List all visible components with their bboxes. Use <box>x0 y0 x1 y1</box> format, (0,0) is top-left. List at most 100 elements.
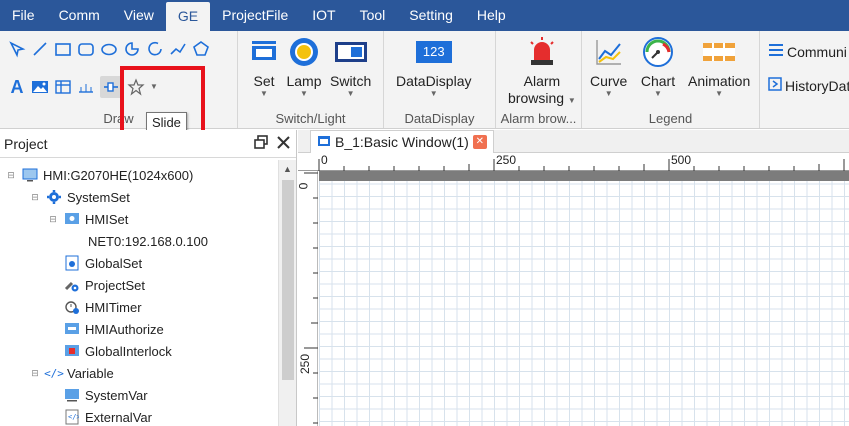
tree-item-hmitimer[interactable]: HMITimer <box>64 296 142 318</box>
tree-item-globalinterlock[interactable]: GlobalInterlock <box>64 340 172 362</box>
history-data-button[interactable]: HistoryDat <box>768 77 849 94</box>
wrench-gear-icon <box>64 277 80 293</box>
shape-row-top <box>8 40 210 58</box>
picture-tool-icon[interactable] <box>31 78 49 96</box>
window-document-icon <box>317 134 331 151</box>
communication-icon <box>768 43 784 60</box>
tree-item-label: ProjectSet <box>85 277 145 293</box>
set-dropdown-arrow: ▼ <box>260 89 268 98</box>
tree-item-label: Variable <box>67 365 114 381</box>
communication-button[interactable]: Communi <box>768 43 847 60</box>
menu-view[interactable]: View <box>112 0 166 31</box>
tree-item-hmiset[interactable]: ⊟ HMISet <box>48 208 128 230</box>
data-display-button[interactable]: 123 DataDisplay ▼ <box>396 35 471 98</box>
alarm-browsing-button[interactable]: Alarm browsing ▼ <box>508 35 576 107</box>
svg-text:</>: </> <box>68 413 79 421</box>
global-settings-icon <box>64 255 80 271</box>
history-data-icon <box>768 77 782 94</box>
ruler-top-label-250: 250 <box>496 153 517 167</box>
external-variable-icon: </> <box>64 409 80 425</box>
polyline-tool-icon[interactable] <box>169 40 187 58</box>
tree-item-systemset[interactable]: ⊟ SystemSet <box>30 186 130 208</box>
project-panel-header: Project <box>0 130 296 158</box>
ruler-left-label-0: 0 <box>296 182 311 190</box>
animation-dropdown-arrow: ▼ <box>715 89 724 98</box>
collapse-toggle-icon[interactable]: ⊟ <box>30 192 40 203</box>
chart-label: Chart <box>640 73 676 89</box>
set-icon <box>246 35 282 69</box>
menu-tool[interactable]: Tool <box>348 0 398 31</box>
design-canvas[interactable] <box>319 171 849 426</box>
legend-group: Curve ▼ Chart ▼ Animation ▼ Legend <box>582 31 760 128</box>
set-button[interactable]: Set ▼ <box>246 35 282 98</box>
monitor-icon <box>22 167 38 183</box>
select-pointer-icon[interactable] <box>8 40 26 58</box>
project-tree-scrollbar[interactable]: ▲ <box>278 160 296 426</box>
animation-label: Animation <box>688 73 751 89</box>
switch-light-group: Set ▼ Lamp ▼ Switch ▼ Switch/Light <box>238 31 384 128</box>
switch-button[interactable]: Switch ▼ <box>330 35 371 98</box>
editor-area: B_1:Basic Window(1) ✕ 0 250 500 0 250 <box>296 130 849 426</box>
tree-item-label: GlobalInterlock <box>85 343 172 359</box>
data-display-group: 123 DataDisplay ▼ DataDisplay <box>384 31 496 128</box>
data-display-dropdown-arrow: ▼ <box>429 89 438 98</box>
rectangle-tool-icon[interactable] <box>54 40 72 58</box>
tab-close-icon[interactable]: ✕ <box>472 135 487 149</box>
scale-tool-icon[interactable] <box>77 78 95 96</box>
data-display-group-label: DataDisplay <box>404 111 475 126</box>
switch-icon <box>333 35 369 69</box>
lamp-icon <box>286 35 322 69</box>
document-tab-strip: B_1:Basic Window(1) ✕ <box>298 130 849 153</box>
alarm-siren-icon <box>524 35 560 69</box>
table-tool-icon[interactable] <box>54 78 72 96</box>
timer-icon <box>64 299 80 315</box>
polygon-tool-icon[interactable] <box>192 40 210 58</box>
collapse-toggle-icon[interactable]: ⊟ <box>48 214 58 225</box>
lamp-button[interactable]: Lamp ▼ <box>286 35 322 98</box>
collapse-toggle-icon[interactable]: ⊟ <box>6 170 16 181</box>
tree-item-externalvar[interactable]: </> ExternalVar <box>64 406 152 426</box>
rounded-rectangle-tool-icon[interactable] <box>77 40 95 58</box>
gauge-icon <box>640 35 676 69</box>
curve-dropdown-arrow: ▼ <box>604 89 613 98</box>
history-data-label: HistoryDat <box>785 77 849 94</box>
tab-basic-window[interactable]: B_1:Basic Window(1) ✕ <box>310 130 494 153</box>
menu-ge[interactable]: GE <box>165 2 211 31</box>
tree-item-hmi[interactable]: ⊟ HMI:G2070HE(1024x600) <box>6 164 193 186</box>
animation-button[interactable]: Animation ▼ <box>688 35 750 98</box>
tree-item-projectset[interactable]: ProjectSet <box>64 274 145 296</box>
restore-window-icon[interactable] <box>254 135 268 152</box>
pie-tool-icon[interactable] <box>123 40 141 58</box>
line-tool-icon[interactable] <box>31 40 49 58</box>
scroll-thumb[interactable] <box>282 180 294 380</box>
project-tree: ⊟ HMI:G2070HE(1024x600) ⊟ SystemSet ⊟ HM… <box>0 160 278 426</box>
tree-item-label: SystemSet <box>67 189 130 205</box>
menu-bar: File Comm View GE ProjectFile IOT Tool S… <box>0 0 849 31</box>
text-tool-icon[interactable]: A <box>8 77 26 98</box>
menu-file[interactable]: File <box>0 0 47 31</box>
tree-item-net0[interactable]: NET0:192.168.0.100 <box>88 230 208 252</box>
menu-comm[interactable]: Comm <box>47 0 112 31</box>
tree-item-hmiauthorize[interactable]: HMIAuthorize <box>64 318 164 340</box>
menu-projectfile[interactable]: ProjectFile <box>210 0 300 31</box>
chart-dropdown-arrow: ▼ <box>654 89 662 98</box>
tree-item-label: HMISet <box>85 211 129 227</box>
collapse-toggle-icon[interactable]: ⊟ <box>30 368 40 379</box>
curve-button[interactable]: Curve ▼ <box>590 35 627 98</box>
tree-item-variable[interactable]: ⊟ </> Variable <box>30 362 114 384</box>
arc-tool-icon[interactable] <box>146 40 164 58</box>
ruler-left-label-250: 250 <box>298 353 313 375</box>
menu-setting[interactable]: Setting <box>397 0 465 31</box>
project-panel-title: Project <box>4 135 48 152</box>
data-display-label: DataDisplay <box>396 73 472 89</box>
scroll-up-arrow-icon[interactable]: ▲ <box>283 164 292 174</box>
menu-help[interactable]: Help <box>465 0 518 31</box>
menu-iot[interactable]: IOT <box>300 0 347 31</box>
slide-tool-icon[interactable] <box>100 76 122 98</box>
tree-item-globalset[interactable]: GlobalSet <box>64 252 142 274</box>
close-icon[interactable] <box>277 135 290 152</box>
legend-group-label: Legend <box>648 111 693 126</box>
tree-item-systemvar[interactable]: SystemVar <box>64 384 148 406</box>
ellipse-tool-icon[interactable] <box>100 40 118 58</box>
chart-button[interactable]: Chart ▼ <box>640 35 676 98</box>
